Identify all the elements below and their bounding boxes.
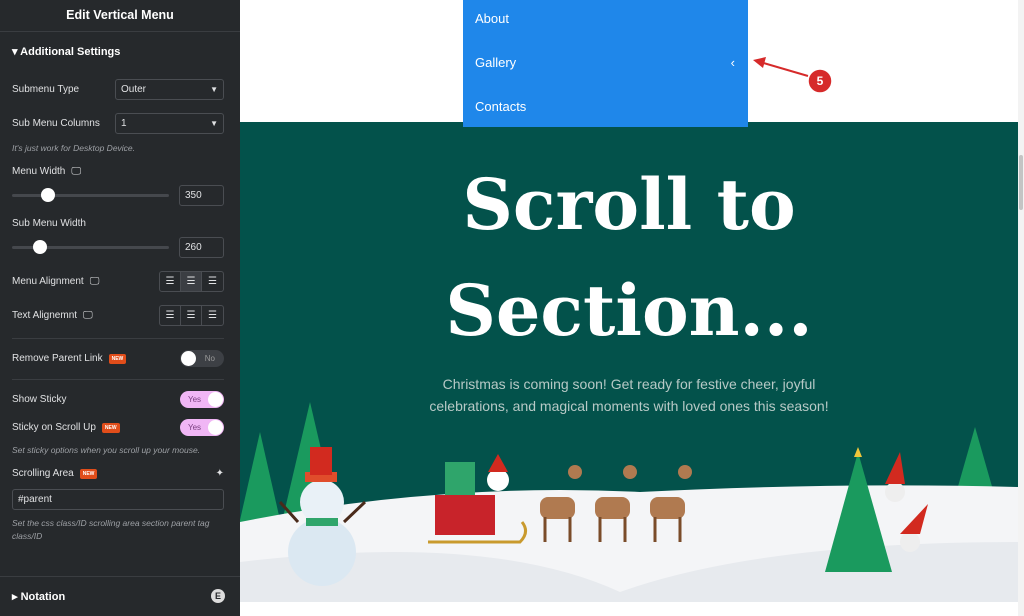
menu-item-about[interactable]: About [475, 11, 735, 26]
menu-width-input[interactable]: 350 [179, 185, 224, 206]
hero-section: Scroll to Section... Christmas is coming… [240, 122, 1018, 602]
hero-heading-line1: Scroll to [462, 163, 796, 246]
sticky-note: Set sticky options when you scroll up yo… [12, 445, 201, 455]
elementor-icon: E [211, 589, 225, 603]
vertical-menu: About Gallery ‹ Contacts [463, 0, 748, 127]
submenu-type-select[interactable]: Outer ▼ [115, 79, 224, 100]
sub-menu-width-label: Sub Menu Width [12, 218, 86, 229]
hero-heading-line2: Section... [445, 269, 813, 352]
scrollbar[interactable] [1018, 0, 1024, 616]
menu-item-contacts[interactable]: Contacts [475, 99, 735, 114]
menu-width-slider[interactable] [12, 188, 169, 202]
new-badge: NEW [101, 422, 120, 433]
text-alignment-group: ☰ ☰ ☰ [159, 305, 224, 326]
remove-parent-link-label: Remove Parent Link [12, 353, 103, 364]
text-alignment-label: Text Alignemnt [12, 310, 78, 321]
editor-panel: Edit Vertical Menu ▾ Additional Settings… [0, 0, 240, 616]
toggle-value: No [204, 354, 215, 363]
divider [0, 576, 240, 577]
toggle-value: Yes [188, 395, 202, 404]
scrollbar-thumb[interactable] [1019, 155, 1023, 210]
show-sticky-label: Show Sticky [12, 394, 67, 405]
page-preview: Scroll to Section... Christmas is coming… [240, 0, 1024, 616]
desktop-icon: 🖵 [83, 310, 93, 321]
panel-title: Edit Vertical Menu [0, 0, 240, 32]
menu-item-gallery[interactable]: Gallery ‹ [475, 55, 735, 70]
align-right-icon[interactable]: ☰ [202, 306, 223, 325]
desktop-note: It's just work for Desktop Device. [12, 143, 136, 153]
sub-menu-width-slider[interactable] [12, 240, 169, 254]
align-left-icon[interactable]: ☰ [160, 272, 181, 291]
scrolling-area-input[interactable]: #parent [12, 489, 224, 510]
desktop-icon: 🖵 [71, 166, 81, 177]
desktop-icon: 🖵 [89, 276, 100, 287]
submenu-type-label: Submenu Type [12, 84, 80, 95]
annotation-number: 5 [817, 74, 824, 88]
section-label: Notation [20, 591, 66, 603]
menu-alignment-label: Menu Alignment [12, 276, 84, 287]
align-center-icon[interactable]: ☰ [181, 272, 202, 291]
christmas-illustration [240, 402, 1018, 602]
sub-menu-columns-label: Sub Menu Columns [12, 118, 100, 129]
menu-item-label: Contacts [475, 99, 527, 114]
sticky-scroll-up-label: Sticky on Scroll Up [12, 422, 96, 433]
align-left-icon[interactable]: ☰ [160, 306, 181, 325]
caret-down-icon: ▼ [210, 85, 218, 94]
new-badge: NEW [108, 353, 127, 364]
section-additional-settings[interactable]: ▾ Additional Settings [12, 45, 120, 58]
menu-alignment-group: ☰ ☰ ☰ [159, 271, 224, 292]
align-right-icon[interactable]: ☰ [202, 272, 223, 291]
dynamic-tags-icon[interactable]: ✦ [216, 468, 224, 479]
annotation-arrow: 5 [753, 57, 833, 94]
slider-thumb[interactable] [41, 188, 56, 202]
align-center-icon[interactable]: ☰ [181, 306, 202, 325]
toggle-value: Yes [188, 423, 202, 432]
menu-item-label: Gallery [475, 55, 517, 70]
show-sticky-toggle[interactable]: Yes [180, 391, 224, 408]
select-value: Outer [121, 84, 147, 95]
slider-thumb[interactable] [33, 240, 48, 254]
scrolling-note: Set the css class/ID scrolling area sect… [12, 518, 210, 541]
chevron-left-icon[interactable]: ‹ [731, 55, 735, 70]
scrolling-area-label: Scrolling Area [12, 468, 74, 479]
menu-item-label: About [475, 11, 509, 26]
divider [12, 379, 224, 380]
divider [12, 338, 224, 339]
select-value: 1 [121, 118, 127, 129]
section-notation[interactable]: ▸ Notation [12, 590, 65, 603]
sub-menu-width-input[interactable]: 260 [179, 237, 224, 258]
section-label: Additional Settings [20, 46, 121, 58]
new-badge: NEW [79, 468, 98, 479]
menu-width-label: Menu Width [12, 166, 66, 177]
remove-parent-link-toggle[interactable]: No [180, 350, 224, 367]
sub-menu-columns-select[interactable]: 1 ▼ [115, 113, 224, 134]
sticky-scroll-up-toggle[interactable]: Yes [180, 419, 224, 436]
caret-down-icon: ▼ [210, 119, 218, 128]
